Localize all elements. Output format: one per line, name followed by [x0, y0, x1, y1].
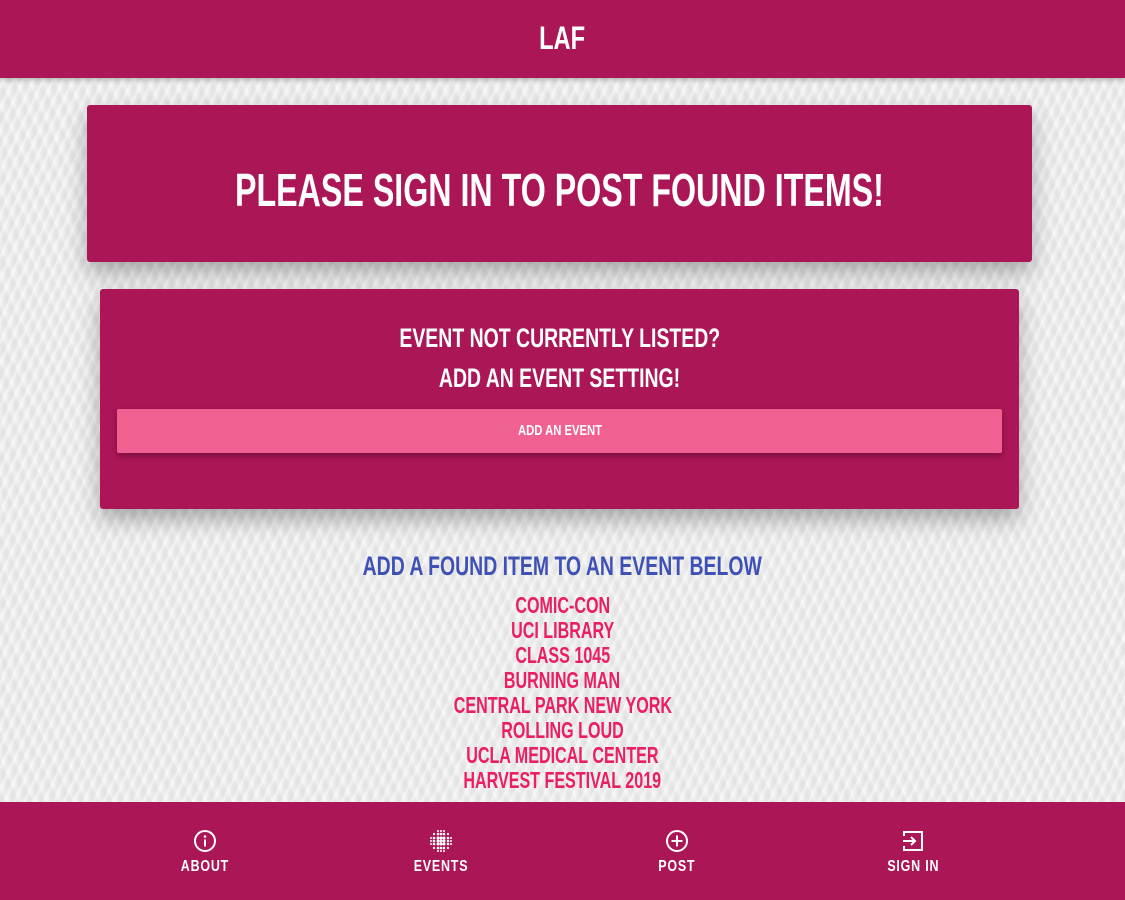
event-link-label: CLASS 1045: [515, 642, 610, 668]
event-link-label: UCLA MEDICAL CENTER: [466, 742, 659, 768]
nav-events-text: EVENTS: [413, 858, 469, 875]
plus-circle-icon: [666, 830, 688, 852]
add-event-button-label: ADD AN EVENT: [517, 422, 602, 439]
add-event-card: EVENT NOT CURRENTLY LISTED? ADD AN EVENT…: [100, 289, 1019, 509]
event-link-label: BURNING MAN: [504, 667, 621, 693]
top-app-bar: LAF: [0, 0, 1125, 78]
nav-about[interactable]: ABOUT: [145, 802, 265, 900]
add-event-setting-text: ADD AN EVENT SETTING!: [438, 363, 681, 393]
event-link-ucla-medical-center[interactable]: UCLA MEDICAL CENTER: [0, 743, 1125, 768]
app-title-text: LAF: [539, 20, 586, 56]
add-event-setting-heading: ADD AN EVENT SETTING!: [100, 362, 1019, 394]
dots-grid-icon: [430, 830, 452, 852]
event-link-harvest-festival[interactable]: HARVEST FESTIVAL 2019: [0, 768, 1125, 793]
event-list: COMIC-CON UCI LIBRARY CLASS 1045 BURNING…: [0, 593, 1125, 793]
event-link-label: UCI LIBRARY: [510, 617, 615, 643]
event-link-label: HARVEST FESTIVAL 2019: [463, 767, 662, 793]
nav-sign-in[interactable]: SIGN IN: [853, 802, 973, 900]
event-link-comic-con[interactable]: COMIC-CON: [0, 593, 1125, 618]
info-icon: [194, 830, 216, 852]
event-not-listed-text: EVENT NOT CURRENTLY LISTED?: [399, 323, 720, 353]
nav-post-label: POST: [617, 857, 737, 877]
nav-about-text: ABOUT: [180, 858, 230, 875]
event-link-class-1045[interactable]: CLASS 1045: [0, 643, 1125, 668]
nav-sign-in-label: SIGN IN: [853, 857, 973, 877]
event-link-label: COMIC-CON: [515, 592, 610, 618]
sign-in-icon: [903, 831, 923, 851]
event-link-rolling-loud[interactable]: ROLLING LOUD: [0, 718, 1125, 743]
bottom-navigation: ABOUT EVENTS POST SIGN IN: [0, 802, 1125, 900]
event-link-central-park[interactable]: CENTRAL PARK NEW YORK: [0, 693, 1125, 718]
event-link-label: ROLLING LOUD: [501, 717, 624, 743]
nav-events[interactable]: EVENTS: [381, 802, 501, 900]
nav-events-label: EVENTS: [381, 857, 501, 877]
signin-prompt: PLEASE SIGN IN TO POST FOUND ITEMS!: [87, 163, 1032, 217]
event-list-heading-text: ADD A FOUND ITEM TO AN EVENT BELOW: [362, 551, 763, 581]
event-link-uci-library[interactable]: UCI LIBRARY: [0, 618, 1125, 643]
add-event-button[interactable]: ADD AN EVENT: [117, 409, 1002, 453]
event-not-listed-heading: EVENT NOT CURRENTLY LISTED?: [100, 322, 1019, 354]
event-link-burning-man[interactable]: BURNING MAN: [0, 668, 1125, 693]
nav-post-text: POST: [658, 858, 696, 875]
nav-post[interactable]: POST: [617, 802, 737, 900]
nav-sign-in-text: SIGN IN: [887, 858, 939, 875]
event-list-heading: ADD A FOUND ITEM TO AN EVENT BELOW: [0, 550, 1125, 582]
signin-prompt-text: PLEASE SIGN IN TO POST FOUND ITEMS!: [235, 164, 884, 216]
nav-about-label: ABOUT: [145, 857, 265, 877]
app-title: LAF: [0, 18, 1125, 58]
event-link-label: CENTRAL PARK NEW YORK: [453, 692, 672, 718]
signin-prompt-card: PLEASE SIGN IN TO POST FOUND ITEMS!: [87, 105, 1032, 262]
